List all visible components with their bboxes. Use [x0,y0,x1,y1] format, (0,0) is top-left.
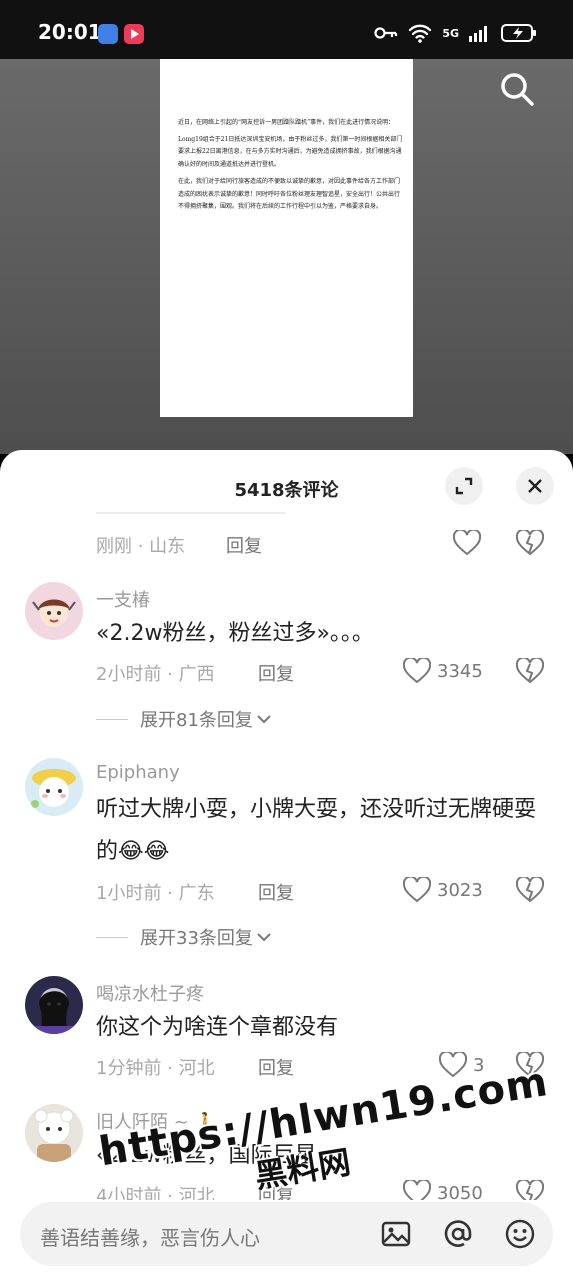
statement-document: 近日，在网络上引起的“网友控诉一男团蹭队蹭机”事件，我们在此进行情况说明： Lo… [160,59,413,417]
video-app-notification-icon [124,24,144,44]
like-icon [403,658,431,684]
like-button[interactable]: 3 [439,1052,484,1078]
comment-username[interactable]: 一支椿 [96,586,150,612]
image-icon[interactable] [380,1218,412,1250]
wifi-icon [409,24,432,43]
comment-meta: 1分钟前 · 河北 [96,1058,215,1079]
avatar-image [25,976,83,1034]
expand-replies-label: 展开33条回复 [140,928,253,949]
battery-charging-icon [501,24,536,42]
divider [96,718,128,720]
comment-meta: 4小时前 · 河北 [96,1186,215,1200]
document-paragraph: Lomg19组合于21日抵达深圳宝安机场，由于粉丝过多，我们第一时间根据相关部门… [178,135,403,169]
avatar-image [25,1104,83,1162]
app-notification-icon [98,24,118,44]
dislike-icon[interactable] [516,530,544,556]
reply-button[interactable]: 回复 [226,532,262,558]
avatar[interactable] [25,758,83,816]
emoji-icon[interactable] [504,1218,536,1250]
like-button[interactable]: 3050 [403,1180,483,1200]
partial-comment-text [96,512,286,514]
like-button[interactable]: 3023 [403,877,483,903]
comment-meta: 2小时前 · 广西 [96,664,215,685]
comment-text: «2.2w粉丝，粉丝过多»。。。 [96,621,374,646]
search-icon[interactable] [499,71,535,107]
like-count: 3345 [437,660,483,682]
like-icon [403,877,431,903]
comment-input-placeholder: 善语结善缘，恶言伤人心 [40,1226,260,1250]
status-icons: 5G [374,21,537,45]
close-icon [528,479,542,493]
like-icon [403,1180,431,1200]
key-icon [374,27,398,39]
avatar[interactable] [25,582,83,640]
avatar[interactable] [25,1104,83,1162]
comment-text: 你这个为啥连个章都没有 [96,1015,339,1040]
chevron-down-icon [257,715,271,724]
avatar-image [25,582,83,640]
comment-username[interactable]: 喝凉水杜子疼 [96,980,204,1006]
reply-button[interactable]: 回复 [258,1182,294,1200]
dislike-icon[interactable] [516,877,544,903]
comment-text: 听过大牌小耍，小牌大耍，还没听过无牌硬耍的😂😂 [96,797,537,864]
comment-input[interactable]: 善语结善缘，恶言伤人心 [20,1202,553,1266]
divider [96,936,128,938]
comments-sheet: 5418条评论 刚刚 · 山东 回复 一支椿 «2.2w粉丝，粉丝过多»。。。 … [0,450,573,1280]
dislike-icon[interactable] [516,1180,544,1200]
like-count: 3 [473,1054,485,1076]
like-count: 3023 [437,879,483,901]
mention-icon[interactable] [442,1218,474,1250]
like-button[interactable]: 3345 [403,658,483,684]
comments-list: 刚刚 · 山东 回复 一支椿 «2.2w粉丝，粉丝过多»。。。 2小时前 · 广… [0,512,573,1200]
comment-meta: 1小时前 · 广东 [96,883,215,904]
comment-text: «2.2w粉丝，国际巨星» [96,1143,330,1168]
signal-icon [469,26,487,42]
avatar[interactable] [25,976,83,1034]
network-type: 5G [442,26,459,40]
dislike-icon[interactable] [516,1052,544,1078]
chevron-down-icon [257,933,271,942]
expand-icon [455,477,473,495]
comment-username[interactable]: Epiphany [96,762,180,783]
reply-button[interactable]: 回复 [258,660,294,686]
reply-button[interactable]: 回复 [258,879,294,905]
like-count: 3050 [437,1182,483,1201]
avatar-image [25,758,83,816]
status-time: 20:01 [38,20,102,44]
close-sheet-button[interactable] [516,467,554,505]
video-preview[interactable]: 近日，在网络上引起的“网友控诉一男团蹭队蹭机”事件，我们在此进行情况说明： Lo… [0,59,573,454]
status-bar: 20:01 5G [0,0,573,62]
expand-replies-label: 展开81条回复 [140,710,253,731]
comments-count-title: 5418条评论 [234,480,339,501]
like-icon [439,1052,467,1078]
comment-username[interactable]: 旧人阡陌 ~ 🚶 [96,1108,217,1134]
expand-sheet-button[interactable] [445,467,483,505]
dislike-icon[interactable] [516,658,544,684]
comment-meta: 刚刚 · 山东 [96,536,186,557]
expand-replies-button[interactable]: 展开81条回复 [96,706,275,732]
document-paragraph: 在此，我们对于给同行旅客造成的不便致以诚挚的歉意，对因此事件给各方工作部门造成的… [178,177,401,211]
like-icon[interactable] [453,530,481,556]
expand-replies-button[interactable]: 展开33条回复 [96,924,275,950]
document-paragraph: 近日，在网络上引起的“网友控诉一男团蹭队蹭机”事件，我们在此进行情况说明： [178,119,395,126]
reply-button[interactable]: 回复 [258,1054,294,1080]
